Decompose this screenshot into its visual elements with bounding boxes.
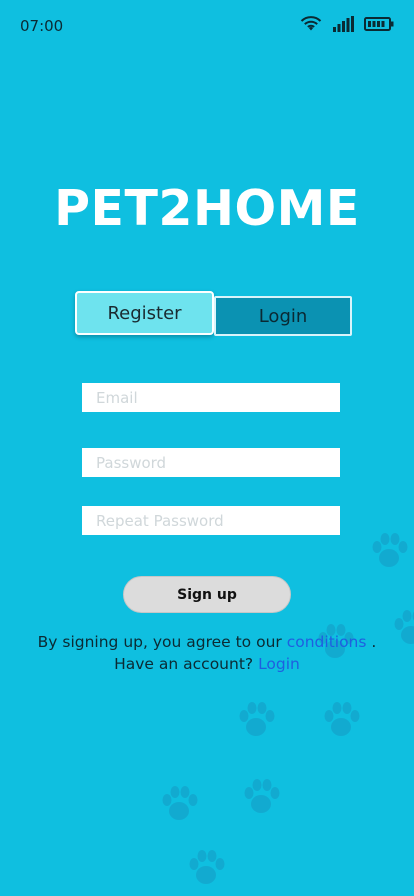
account-line: Have an account? Login: [0, 653, 414, 675]
terms-prefix: By signing up, you agree to our: [37, 633, 282, 651]
password-field[interactable]: [82, 448, 340, 477]
status-icons: [300, 16, 394, 32]
paw-icon: [189, 850, 225, 884]
status-time: 07:00: [20, 17, 64, 35]
wifi-icon: [300, 16, 322, 31]
tab-register[interactable]: Register: [75, 291, 214, 335]
paw-icon: [244, 779, 280, 813]
tab-login[interactable]: Login: [214, 296, 352, 336]
repeat-password-field[interactable]: [82, 506, 340, 535]
app-logo: PET2HOME: [54, 180, 360, 237]
account-prefix: Have an account?: [114, 655, 254, 673]
signal-icon: [333, 16, 354, 32]
signup-screen: 07:00 PET2HOME Register Login Email Sign…: [0, 0, 414, 896]
terms-text: By signing up, you agree to our conditio…: [0, 631, 414, 675]
terms-line: By signing up, you agree to our conditio…: [0, 631, 414, 653]
email-field[interactable]: [82, 383, 340, 412]
paw-icon: [324, 702, 360, 736]
conditions-link[interactable]: conditions: [287, 633, 367, 651]
paw-icon: [162, 786, 198, 820]
terms-suffix: .: [371, 633, 377, 651]
battery-icon: [364, 17, 394, 31]
login-link[interactable]: Login: [258, 655, 300, 673]
signup-button[interactable]: Sign up: [123, 576, 291, 613]
status-bar: 07:00: [0, 0, 414, 50]
paw-icon: [372, 533, 408, 567]
signup-button-label: Sign up: [177, 586, 237, 603]
paw-icon: [239, 702, 275, 736]
tab-register-label: Register: [107, 302, 182, 324]
tab-login-label: Login: [258, 305, 308, 327]
